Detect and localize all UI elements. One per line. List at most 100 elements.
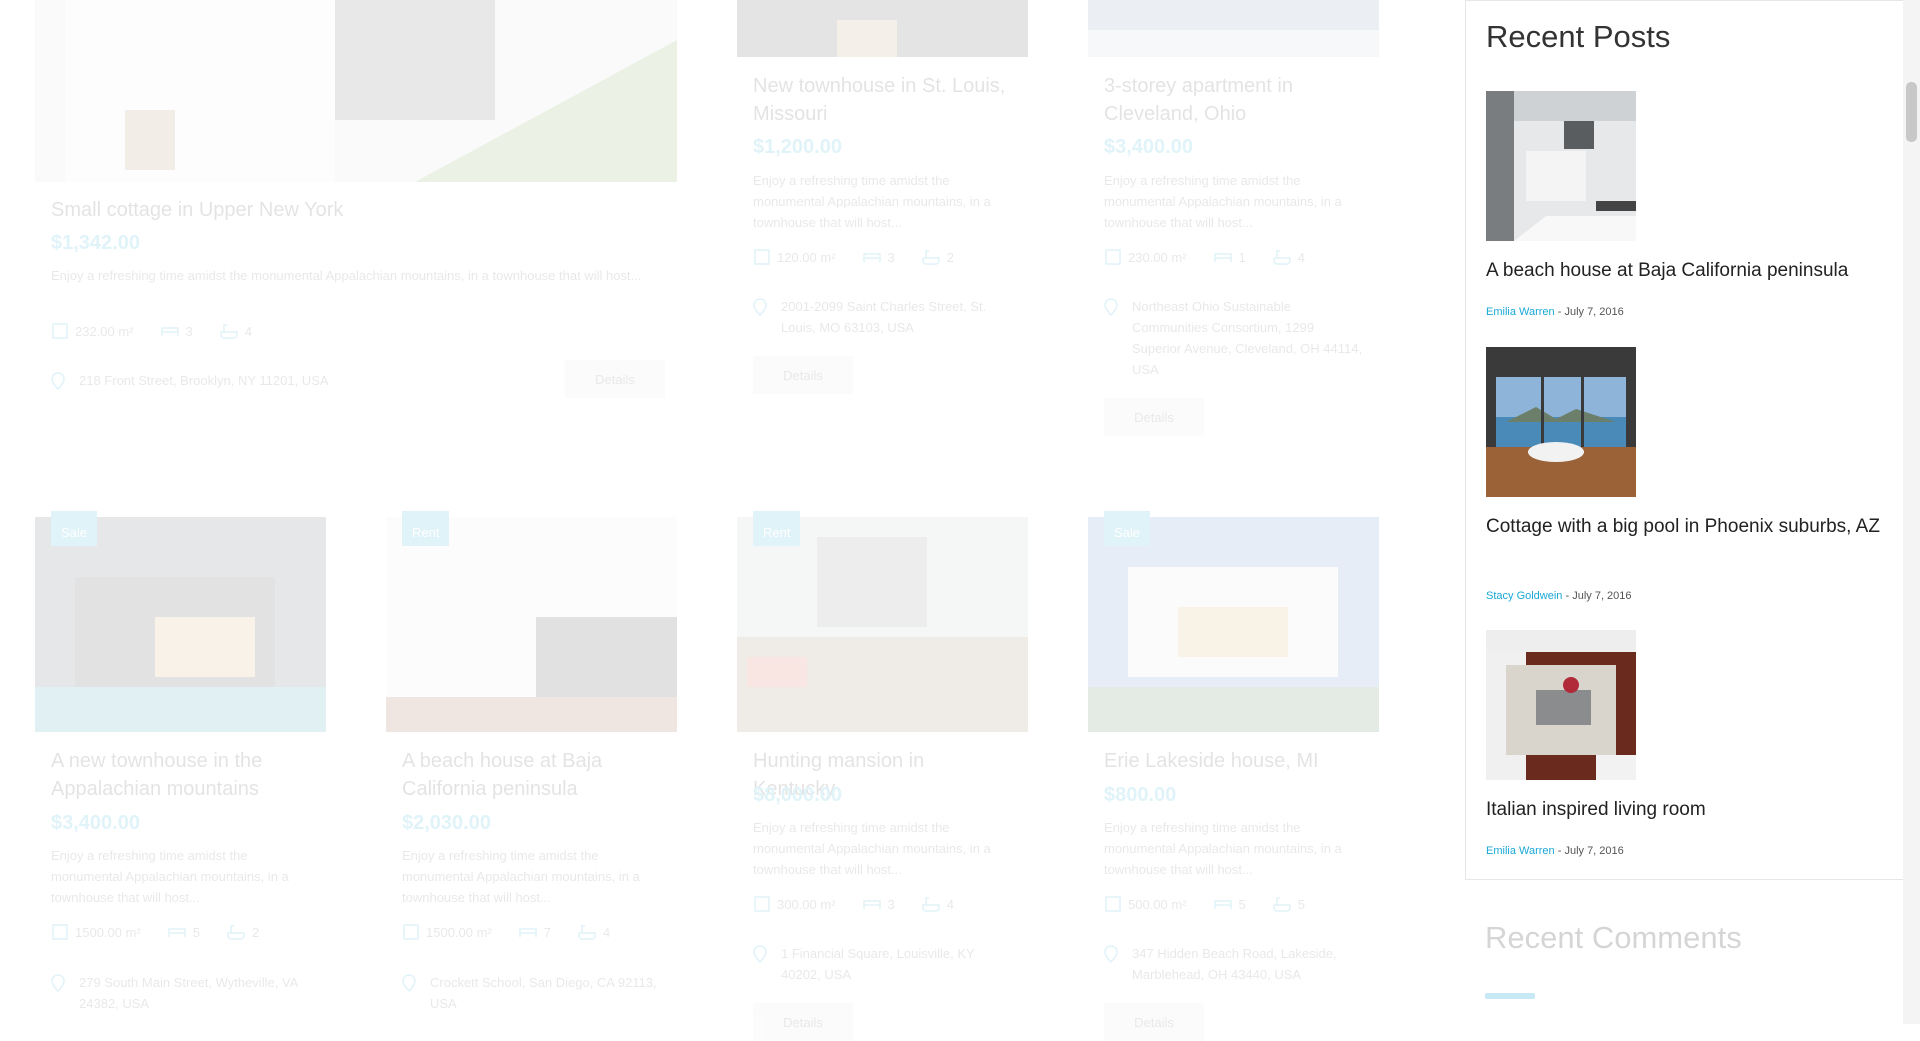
bed-icon bbox=[862, 253, 881, 262]
map-pin-icon bbox=[1104, 945, 1118, 963]
bath-icon bbox=[1273, 250, 1291, 265]
post-meta: Emilia Warren - July 7, 2016 bbox=[1486, 845, 1624, 857]
listing-image[interactable] bbox=[737, 517, 1028, 732]
listing-meta: 232.00 m² 3 4 bbox=[51, 322, 661, 340]
listing-beds: 3 bbox=[185, 323, 193, 339]
listing-address: 1 Financial Square, Louisville, KY 40202… bbox=[753, 943, 1012, 985]
map-pin-icon bbox=[402, 974, 416, 992]
listing-meta: 300.00 m² 3 4 bbox=[753, 895, 1012, 913]
listing-card[interactable]: Rent A beach house at Baja California pe… bbox=[386, 511, 677, 1024]
listing-excerpt: Enjoy a refreshing time amidst the monum… bbox=[753, 820, 991, 877]
status-badge: Rent bbox=[753, 511, 801, 546]
listing-meta: 500.00 m² 5 5 bbox=[1104, 895, 1363, 913]
recent-comment-link bbox=[1485, 993, 1535, 999]
post-date: - July 7, 2016 bbox=[1554, 845, 1624, 857]
map-pin-icon bbox=[753, 298, 767, 316]
listing-price: $1,342.00 bbox=[51, 232, 140, 254]
listing-excerpt: Enjoy a refreshing time amidst the monum… bbox=[753, 173, 991, 230]
bed-icon bbox=[168, 928, 186, 937]
listing-card[interactable]: Sale Erie Lakeside house, MI $800.00 Enj… bbox=[1088, 511, 1379, 1041]
area-icon bbox=[754, 896, 770, 912]
listing-excerpt: Enjoy a refreshing time amidst the monum… bbox=[1104, 173, 1342, 230]
listing-price: $2,030.00 bbox=[402, 812, 491, 834]
post-title[interactable]: Italian inspired living room bbox=[1486, 796, 1886, 824]
bed-icon bbox=[862, 900, 881, 909]
listings-area: Small cottage in Upper New York $1,342.0… bbox=[0, 0, 1440, 1041]
listing-title[interactable]: A new townhouse in the Appalachian mount… bbox=[51, 747, 310, 803]
area-icon bbox=[52, 323, 68, 339]
listing-image[interactable] bbox=[35, 517, 326, 732]
listing-card[interactable]: Sale A new townhouse in the Appalachian … bbox=[35, 511, 326, 1024]
listing-title[interactable]: Erie Lakeside house, MI bbox=[1104, 747, 1363, 775]
listing-baths: 4 bbox=[244, 323, 253, 339]
listing-meta: 1500.00 m² 5 2 bbox=[51, 923, 310, 941]
post-title[interactable]: A beach house at Baja California peninsu… bbox=[1486, 257, 1886, 285]
listing-meta: 1500.00 m² 7 4 bbox=[402, 923, 661, 941]
listing-address: Crockett School, San Diego, CA 92113, US… bbox=[402, 972, 661, 1014]
bed-icon bbox=[160, 327, 179, 336]
bath-icon bbox=[227, 925, 245, 940]
listing-meta: 120.00 m² 3 2 bbox=[753, 248, 1012, 266]
post-meta: Emilia Warren - July 7, 2016 bbox=[1486, 306, 1624, 318]
listing-image[interactable] bbox=[1088, 517, 1379, 732]
details-button[interactable]: Details bbox=[753, 356, 853, 394]
page-scrollbar[interactable] bbox=[1903, 0, 1920, 1024]
post-author[interactable]: Stacy Goldwein bbox=[1486, 590, 1562, 602]
listing-price: $1,200.00 bbox=[753, 136, 842, 158]
details-button[interactable]: Details bbox=[1104, 398, 1204, 436]
listing-title[interactable]: Small cottage in Upper New York bbox=[51, 196, 661, 224]
listing-image[interactable] bbox=[737, 0, 1028, 57]
details-button[interactable]: Details bbox=[565, 360, 665, 398]
listing-title[interactable]: New townhouse in St. Louis, Missouri bbox=[753, 72, 1012, 128]
status-badge: Rent bbox=[402, 511, 450, 546]
listing-image[interactable] bbox=[386, 517, 677, 732]
details-button[interactable]: Details bbox=[1104, 1003, 1204, 1041]
listing-price: $800.00 bbox=[1104, 784, 1177, 806]
post-date: - July 7, 2016 bbox=[1554, 306, 1624, 318]
area-icon bbox=[1105, 896, 1121, 912]
post-thumbnail[interactable] bbox=[1486, 630, 1636, 780]
listing-meta: 230.00 m² 1 4 bbox=[1104, 248, 1363, 266]
listing-address: 279 South Main Street, Wytheville, VA 24… bbox=[51, 972, 310, 1014]
bed-icon bbox=[519, 928, 537, 937]
bed-icon bbox=[1213, 253, 1232, 262]
listing-title[interactable]: A beach house at Baja California peninsu… bbox=[402, 747, 661, 803]
scrollbar-thumb[interactable] bbox=[1906, 82, 1917, 142]
area-icon bbox=[754, 249, 770, 265]
area-icon bbox=[1105, 249, 1121, 265]
listing-area: 232.00 m² bbox=[75, 323, 134, 339]
post-title[interactable]: Cottage with a big pool in Phoenix subur… bbox=[1486, 513, 1886, 541]
listing-image[interactable] bbox=[35, 0, 677, 182]
listing-excerpt: Enjoy a refreshing time amidst the monum… bbox=[51, 848, 289, 905]
listing-address: 347 Hidden Beach Road, Lakeside, Marbleh… bbox=[1104, 943, 1363, 985]
recent-posts-heading: Recent Posts bbox=[1486, 19, 1671, 54]
listing-price: $3,400.00 bbox=[1104, 136, 1193, 158]
listing-card[interactable]: New townhouse in St. Louis, Missouri $1,… bbox=[737, 0, 1028, 420]
map-pin-icon bbox=[51, 974, 65, 992]
post-author[interactable]: Emilia Warren bbox=[1486, 306, 1555, 318]
post-date: - July 7, 2016 bbox=[1562, 590, 1632, 602]
listing-address: Northeast Ohio Sustainable Communities C… bbox=[1104, 296, 1363, 380]
status-badge: Sale bbox=[1104, 511, 1151, 546]
listing-excerpt: Enjoy a refreshing time amidst the monum… bbox=[1104, 820, 1342, 877]
listing-price: $8,000.00 bbox=[753, 784, 842, 806]
listing-card[interactable]: Rent Hunting mansion in Kentucky $8,000.… bbox=[737, 511, 1028, 1041]
listing-title[interactable]: 3-storey apartment in Cleveland, Ohio bbox=[1104, 72, 1363, 128]
listing-price: $3,400.00 bbox=[51, 812, 140, 834]
area-icon bbox=[403, 924, 419, 940]
sidebar-recent-posts: Recent Posts A beach house at Baja Calif… bbox=[1465, 0, 1904, 880]
listing-card[interactable]: 3-storey apartment in Cleveland, Ohio $3… bbox=[1088, 0, 1379, 450]
post-author[interactable]: Emilia Warren bbox=[1486, 845, 1555, 857]
bath-icon bbox=[220, 324, 238, 339]
bath-icon bbox=[578, 925, 596, 940]
bath-icon bbox=[922, 250, 940, 265]
bath-icon bbox=[1273, 897, 1291, 912]
listing-card[interactable]: Small cottage in Upper New York $1,342.0… bbox=[35, 0, 677, 410]
post-thumbnail[interactable] bbox=[1486, 91, 1636, 241]
listing-image[interactable] bbox=[1088, 0, 1379, 57]
status-badge: Sale bbox=[51, 511, 98, 546]
details-button[interactable]: Details bbox=[753, 1003, 853, 1041]
listing-excerpt: Enjoy a refreshing time amidst the monum… bbox=[51, 268, 642, 283]
post-thumbnail[interactable] bbox=[1486, 347, 1636, 497]
map-pin-icon bbox=[1104, 298, 1118, 316]
